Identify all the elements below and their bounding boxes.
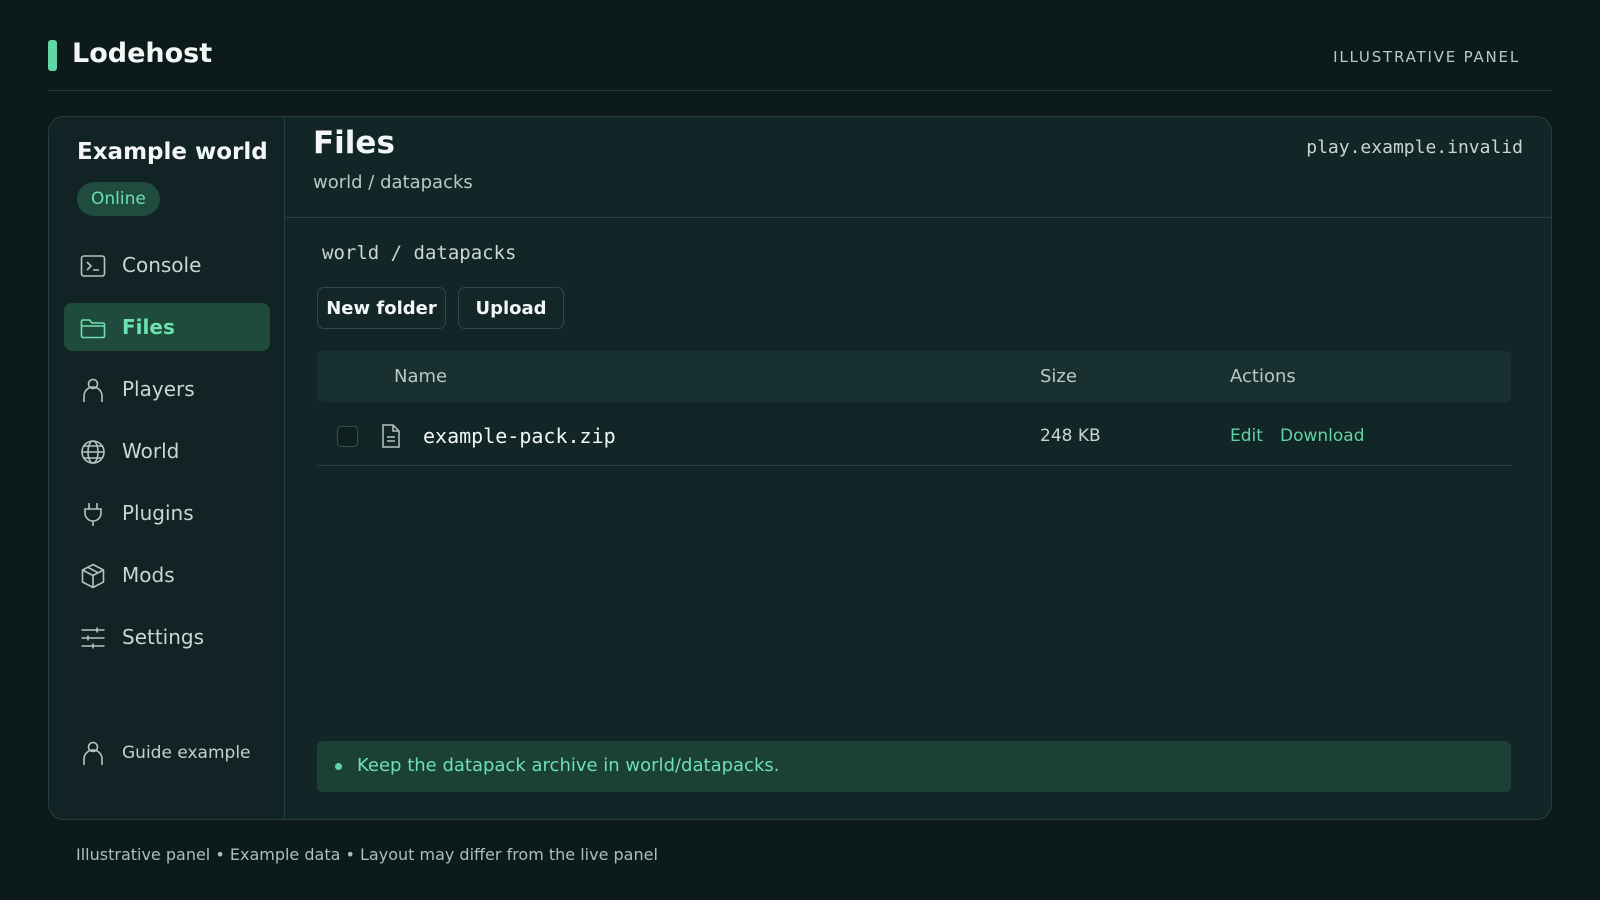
sidebar-item-label: World [122, 439, 180, 463]
person-icon [83, 741, 103, 765]
sidebar: Example world Online Console Files Playe… [49, 117, 285, 819]
sidebar-item-label: Players [122, 377, 195, 401]
sidebar-item-label: Plugins [122, 501, 194, 525]
new-folder-button[interactable]: New folder [317, 287, 446, 329]
top-bar: Lodehost ILLUSTRATIVE PANEL [48, 28, 1552, 91]
sidebar-item-label: Console [122, 253, 202, 277]
plug-icon [84, 503, 102, 526]
table-header: Name Size Actions [317, 351, 1511, 402]
sidebar-item-label: Mods [122, 563, 175, 587]
server-address: play.example.invalid [1306, 137, 1523, 158]
sidebar-item-files[interactable]: Files [64, 303, 270, 351]
table-row: example-pack.zip 248 KB Edit Download [317, 402, 1511, 466]
column-header-name: Name [394, 366, 448, 387]
brand-name: Lodehost [72, 38, 213, 69]
breadcrumb: world / datapacks [322, 242, 517, 264]
page-subtitle: world / datapacks [313, 172, 473, 193]
sidebar-item-mods[interactable]: Mods [64, 551, 270, 599]
file-icon [382, 424, 400, 448]
page-header: Files world / datapacks play.example.inv… [285, 117, 1551, 218]
column-header-actions: Actions [1230, 366, 1296, 387]
server-panel: Example world Online Console Files Playe… [48, 116, 1552, 820]
bullet-dot [335, 763, 342, 770]
sidebar-item-label: Files [122, 315, 175, 339]
file-name[interactable]: example-pack.zip [423, 424, 616, 448]
sidebar-item-plugins[interactable]: Plugins [64, 489, 270, 537]
file-size: 248 KB [1040, 426, 1101, 446]
person-icon [83, 378, 103, 402]
globe-icon [81, 440, 105, 464]
user-name: Guide example [122, 743, 251, 763]
user-account[interactable]: Guide example [64, 733, 270, 773]
panel-label: ILLUSTRATIVE PANEL [1333, 48, 1520, 66]
sidebar-item-label: Settings [122, 625, 205, 649]
sliders-icon [81, 627, 105, 649]
sidebar-item-settings[interactable]: Settings [64, 613, 270, 661]
folder-icon [80, 319, 106, 339]
sidebar-item-console[interactable]: Console [64, 241, 270, 289]
page-title: Files [313, 125, 395, 161]
status-badge: Online [77, 182, 160, 216]
file-table: Name Size Actions example-pack.zip 248 K… [317, 351, 1511, 466]
info-text: Keep the datapack archive in world/datap… [357, 755, 780, 776]
sidebar-item-players[interactable]: Players [64, 365, 270, 413]
terminal-icon [80, 255, 106, 277]
info-banner: Keep the datapack archive in world/datap… [317, 741, 1511, 792]
server-name: Example world [77, 139, 268, 165]
row-checkbox[interactable] [337, 426, 358, 447]
download-link[interactable]: Download [1280, 426, 1365, 446]
cube-icon [81, 563, 105, 589]
main-content: Files world / datapacks play.example.inv… [285, 117, 1551, 819]
brand-mark [48, 40, 57, 71]
upload-button[interactable]: Upload [458, 287, 564, 329]
edit-link[interactable]: Edit [1230, 426, 1263, 446]
footer-note: Illustrative panel • Example data • Layo… [76, 845, 658, 864]
sidebar-item-world[interactable]: World [64, 427, 270, 475]
column-header-size: Size [1040, 366, 1077, 387]
